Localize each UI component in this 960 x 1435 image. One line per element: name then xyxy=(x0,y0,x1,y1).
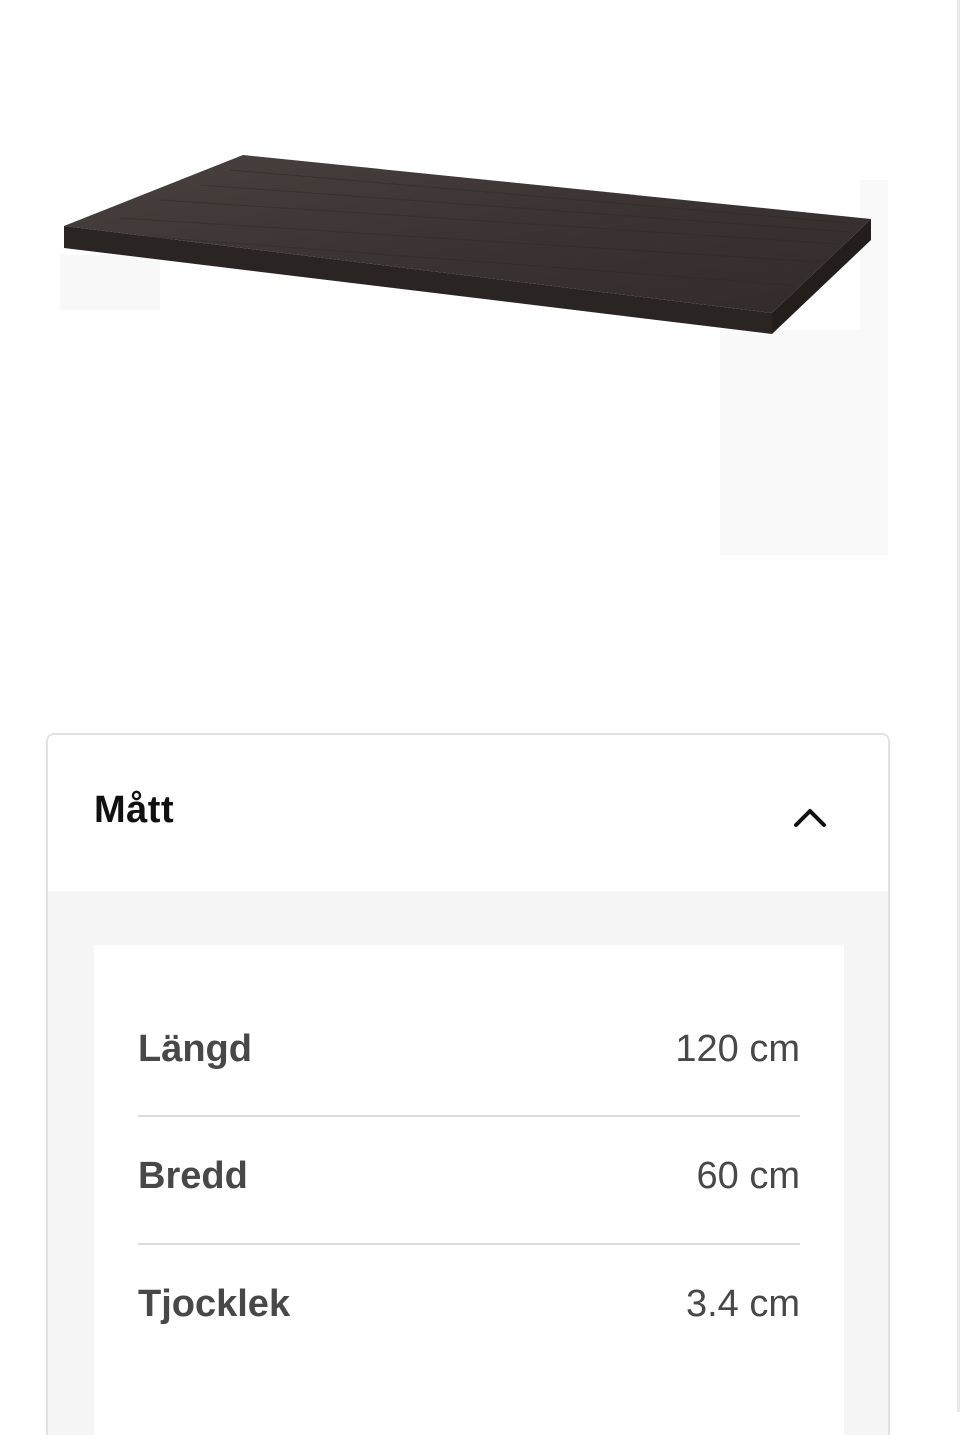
accordion-body: Längd 120 cm Bredd 60 cm Tjocklek 3.4 cm xyxy=(48,891,888,1435)
dimension-row-thickness: Tjocklek 3.4 cm xyxy=(138,1243,800,1372)
dimension-label: Längd xyxy=(138,1028,252,1070)
dimensions-accordion: Mått Längd 120 cm Bredd 60 cm Tjocklek 3… xyxy=(46,733,890,1435)
chevron-up-icon[interactable] xyxy=(788,795,832,839)
dimensions-card: Längd 120 cm Bredd 60 cm Tjocklek 3.4 cm xyxy=(94,945,844,1435)
dimension-value: 3.4 cm xyxy=(685,1283,800,1325)
accordion-title: Mått xyxy=(94,789,175,831)
dimension-label: Bredd xyxy=(138,1155,248,1197)
table-top-illustration xyxy=(60,155,888,555)
dimension-value: 120 cm xyxy=(675,1028,800,1070)
dimension-value: 60 cm xyxy=(696,1155,800,1197)
dimension-row-length: Längd 120 cm xyxy=(138,988,800,1115)
dimension-row-width: Bredd 60 cm xyxy=(138,1115,800,1244)
product-image xyxy=(0,0,960,600)
dimension-label: Tjocklek xyxy=(138,1283,291,1325)
accordion-header[interactable]: Mått xyxy=(48,735,888,891)
